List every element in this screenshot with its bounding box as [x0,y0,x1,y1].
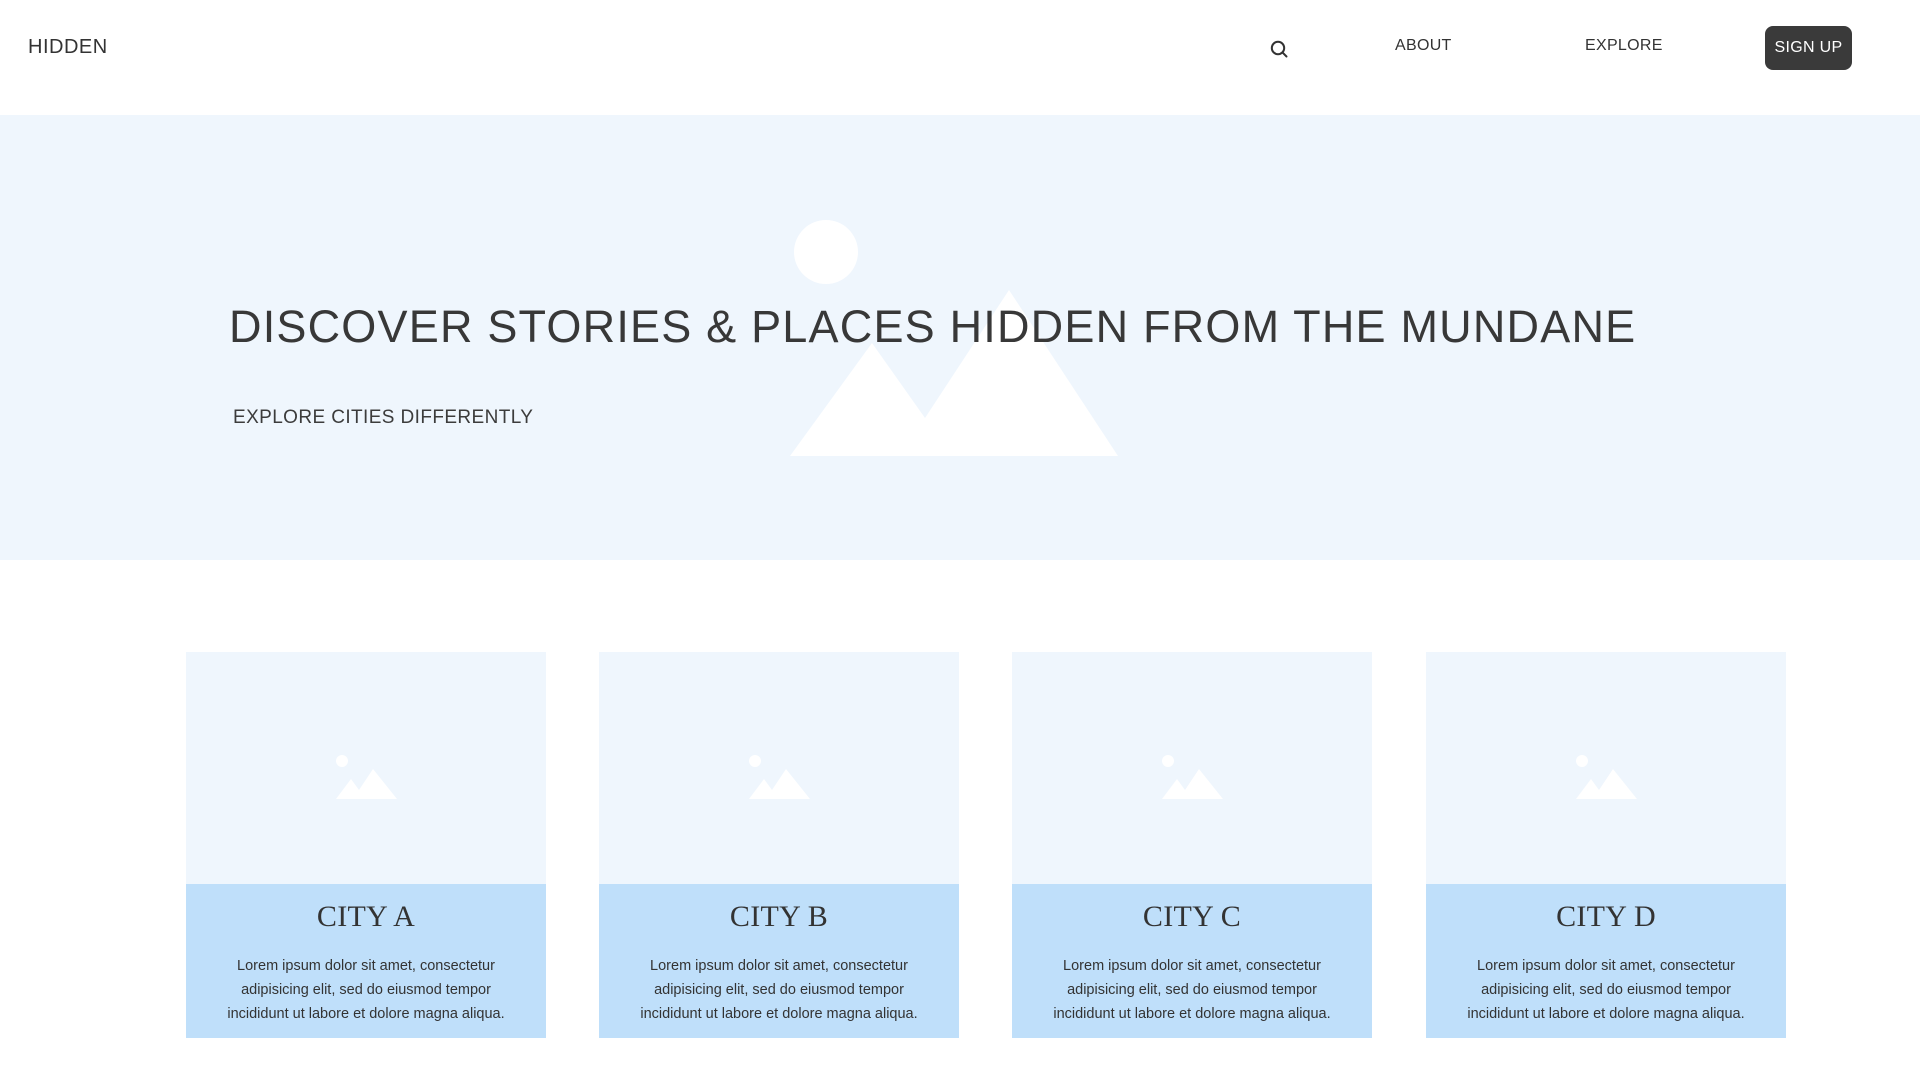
image-placeholder-icon [336,755,397,799]
sign-up-button[interactable]: SIGN UP [1765,26,1852,70]
city-card[interactable]: CITY B Lorem ipsum dolor sit amet, conse… [599,652,959,1038]
card-description: Lorem ipsum dolor sit amet, consectetur … [227,958,505,1022]
card-description: Lorem ipsum dolor sit amet, consectetur … [1467,958,1745,1022]
site-logo[interactable]: HIDDEN [28,36,108,59]
card-description: Lorem ipsum dolor sit amet, consectetur … [1053,958,1331,1022]
card-title: CITY B [729,900,829,933]
card-image [1426,652,1786,884]
card-description: Lorem ipsum dolor sit amet, consectetur … [640,958,918,1022]
card-body: CITY B Lorem ipsum dolor sit amet, conse… [599,884,959,1038]
nav-about-link[interactable]: ABOUT [1395,37,1452,55]
city-card[interactable]: CITY C Lorem ipsum dolor sit amet, conse… [1012,652,1372,1038]
card-body: CITY D Lorem ipsum dolor sit amet, conse… [1426,884,1786,1038]
search-icon[interactable] [1266,36,1294,64]
card-title: CITY A [316,900,416,933]
card-image [186,652,546,884]
hero-banner: DISCOVER STORIES & PLACES HIDDEN FROM TH… [0,115,1920,560]
card-title: CITY D [1556,900,1656,933]
nav-explore-link[interactable]: EXPLORE [1585,37,1663,55]
city-cards: CITY A Lorem ipsum dolor sit amet, conse… [186,652,1786,1038]
city-card[interactable]: CITY A Lorem ipsum dolor sit amet, conse… [186,652,546,1038]
card-title: CITY C [1142,900,1242,933]
card-body: CITY A Lorem ipsum dolor sit amet, conse… [186,884,546,1038]
card-body: CITY C Lorem ipsum dolor sit amet, conse… [1012,884,1372,1038]
card-image [599,652,959,884]
site-header: HIDDEN ABOUT EXPLORE SIGN UP [0,0,1920,115]
hero-subtitle: EXPLORE CITIES DIFFERENTLY [233,407,534,428]
image-placeholder-icon [1576,755,1637,799]
card-image [1012,652,1372,884]
image-placeholder-icon [749,755,810,799]
image-placeholder-icon [1162,755,1223,799]
city-card[interactable]: CITY D Lorem ipsum dolor sit amet, conse… [1426,652,1786,1038]
hero-title: DISCOVER STORIES & PLACES HIDDEN FROM TH… [229,301,1637,352]
